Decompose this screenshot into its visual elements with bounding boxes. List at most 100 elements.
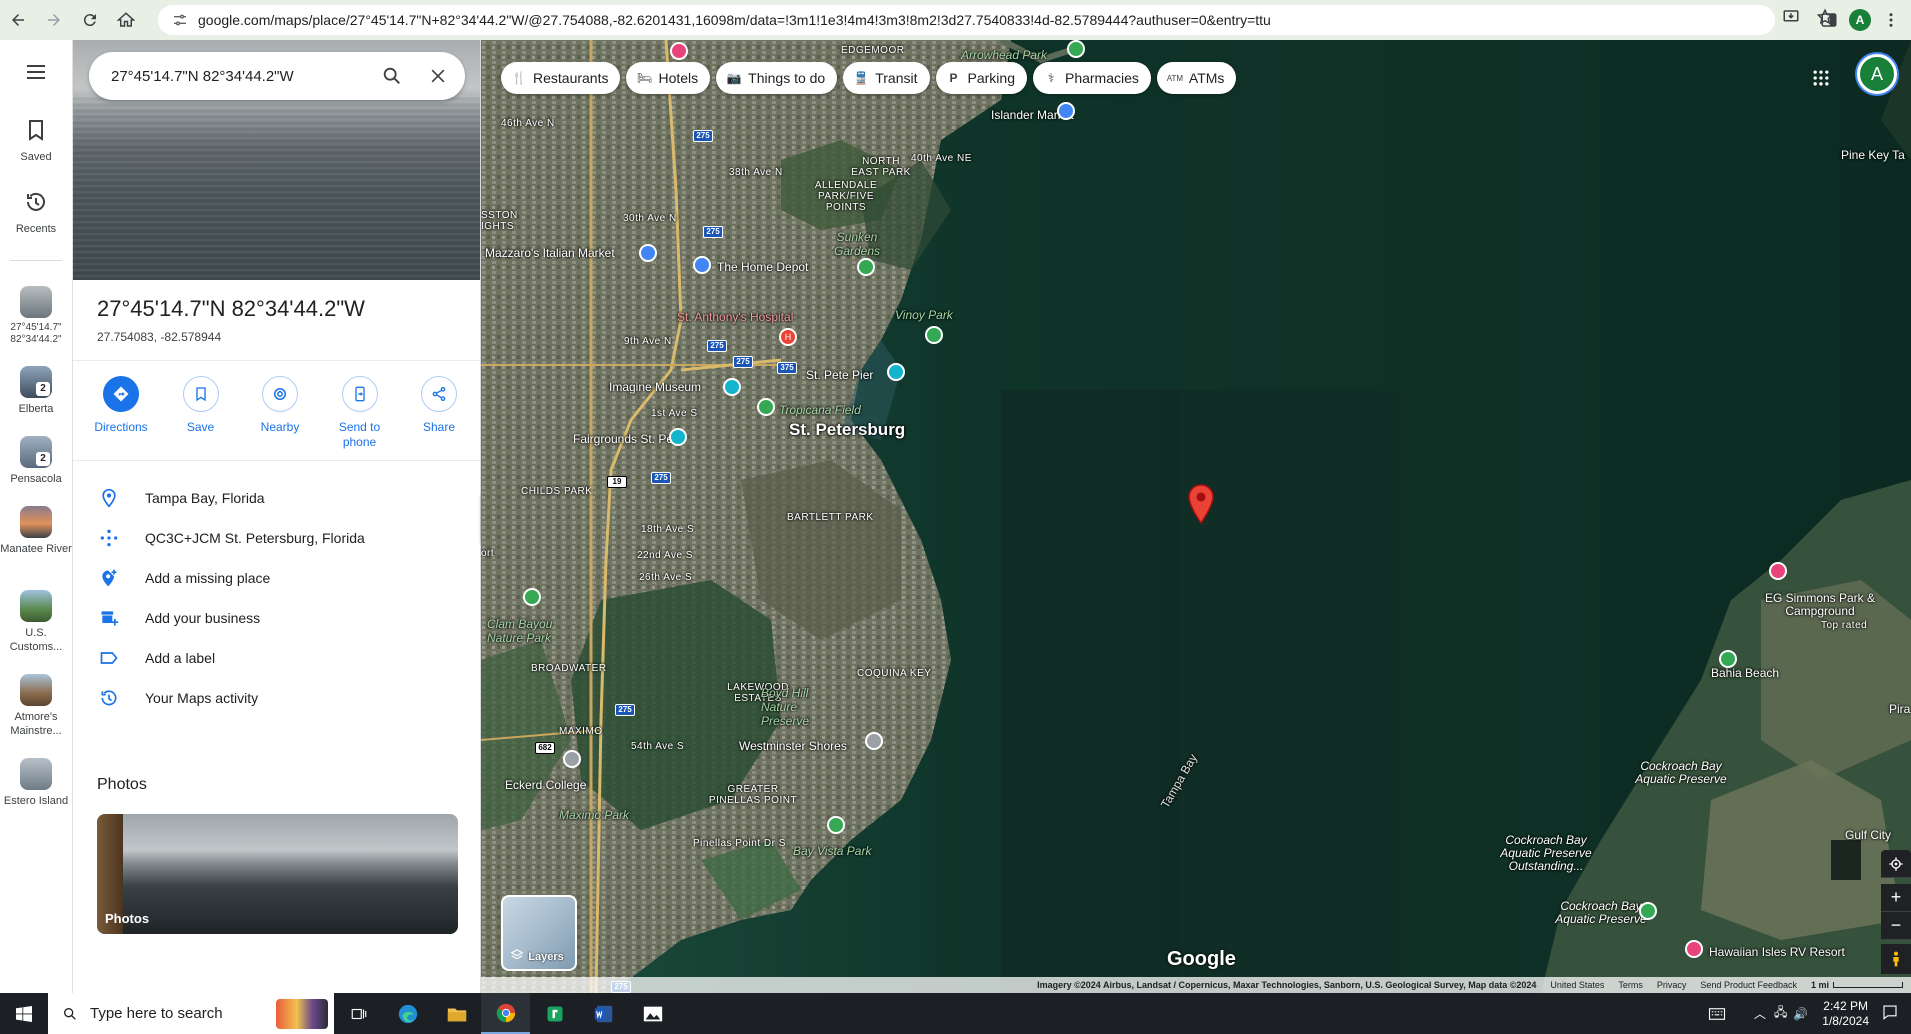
save-button[interactable]: Save xyxy=(165,376,237,450)
layers-button[interactable]: Layers xyxy=(501,895,577,971)
info-row-add-label[interactable]: Add a label xyxy=(97,646,467,670)
chip-things-to-do[interactable]: 📷 Things to do xyxy=(716,62,838,94)
task-view-button[interactable] xyxy=(334,993,383,1034)
rail-history-item[interactable]: Estero Island xyxy=(0,758,72,808)
rail-recents[interactable]: Recents xyxy=(0,190,72,236)
chip-pharmacies[interactable]: ⚕ Pharmacies xyxy=(1032,62,1151,94)
share-button[interactable]: Share xyxy=(403,376,475,450)
map-label: Tropicana Field xyxy=(779,403,861,417)
scale-bar[interactable]: 1 mi xyxy=(1811,980,1903,990)
poi-garden-marker[interactable] xyxy=(857,258,875,276)
my-location-button[interactable] xyxy=(1881,850,1911,878)
speaker-icon[interactable]: 🔊 xyxy=(1793,1007,1808,1021)
map-canvas[interactable]: 🍴 Restaurants 🛏 Hotels 📷 Things to do 🚆 Tran… xyxy=(481,40,1911,993)
browser-profile-avatar[interactable]: A xyxy=(1849,9,1871,31)
address-bar[interactable]: google.com/maps/place/27°45'14.7"N+82°34… xyxy=(158,5,1775,35)
taskbar-search[interactable]: Type here to search xyxy=(48,993,334,1034)
nearby-button[interactable]: Nearby xyxy=(244,376,316,450)
side-panel-icon[interactable] xyxy=(1817,8,1841,32)
rail-saved[interactable]: Saved xyxy=(0,118,72,164)
pharmacy-icon: ⚕ xyxy=(1047,71,1055,85)
poi-rv-resort-marker[interactable] xyxy=(1685,940,1703,958)
poi-attraction-marker[interactable] xyxy=(669,428,687,446)
forward-button[interactable] xyxy=(36,4,72,36)
rail-history-item[interactable]: Manatee River xyxy=(0,506,72,556)
photos-icon xyxy=(643,1006,662,1021)
site-settings-icon[interactable] xyxy=(172,12,188,28)
map-label: Mazzaro's Italian Market xyxy=(485,246,615,260)
taskbar-file-explorer[interactable] xyxy=(432,993,481,1034)
clear-search-button[interactable] xyxy=(415,53,461,99)
poi-park-marker[interactable] xyxy=(1639,902,1657,920)
poi-park-marker[interactable] xyxy=(1067,40,1085,58)
poi-hospital-marker[interactable]: H xyxy=(779,328,797,346)
search-box[interactable]: 27°45'14.7"N 82°34'44.2"W xyxy=(89,52,465,100)
taskbar-photos[interactable] xyxy=(628,993,677,1034)
network-icon[interactable]: 🖧 xyxy=(1774,1003,1787,1024)
poi-school-marker[interactable] xyxy=(563,750,581,768)
chevron-up-icon[interactable]: ︿ xyxy=(1754,1005,1766,1022)
info-row-add-business[interactable]: Add your business xyxy=(97,606,467,630)
home-button[interactable] xyxy=(108,4,144,36)
poi-hotel-marker[interactable] xyxy=(670,42,688,60)
attribution-link[interactable]: Terms xyxy=(1618,980,1643,990)
poi-beach-marker[interactable] xyxy=(1719,650,1737,668)
info-row-address[interactable]: Tampa Bay, Florida xyxy=(97,486,467,510)
account-avatar[interactable]: A xyxy=(1857,54,1897,94)
poi-shopping-marker[interactable] xyxy=(693,256,711,274)
rail-history-item[interactable]: U.S. Customs... xyxy=(0,590,72,654)
poi-shopping-marker[interactable] xyxy=(1057,102,1075,120)
poi-park-marker[interactable] xyxy=(827,816,845,834)
reload-button[interactable] xyxy=(72,4,108,36)
pegman-icon xyxy=(1893,951,1899,967)
chip-hotels[interactable]: 🛏 Hotels xyxy=(626,62,711,94)
attribution-link[interactable]: United States xyxy=(1550,980,1604,990)
send-to-phone-button[interactable]: Send to phone xyxy=(324,376,396,450)
dropped-pin-marker[interactable] xyxy=(1187,484,1215,524)
zoom-out-button[interactable]: − xyxy=(1881,912,1911,940)
install-app-icon[interactable] xyxy=(1779,5,1803,29)
poi-neighborhood-marker[interactable] xyxy=(865,732,883,750)
poi-stadium-marker[interactable] xyxy=(757,398,775,416)
taskbar-green-app[interactable] xyxy=(530,993,579,1034)
rail-history-item[interactable]: 2 Elberta xyxy=(0,366,72,416)
chip-parking[interactable]: P Parking xyxy=(935,62,1027,94)
notification-icon[interactable] xyxy=(1881,1003,1899,1024)
taskbar-word[interactable] xyxy=(579,993,628,1034)
keyboard-icon[interactable] xyxy=(1706,1005,1728,1023)
info-row-add-place[interactable]: Add a missing place xyxy=(97,566,467,590)
photos-card[interactable]: Photos xyxy=(97,814,458,934)
rail-history-item[interactable]: 27°45'14.7" 82°34'44.2" xyxy=(0,286,72,346)
taskbar-clock[interactable]: 2:42 PM 1/8/2024 xyxy=(1822,999,1869,1029)
chip-atms[interactable]: ATM ATMs xyxy=(1156,62,1237,94)
info-row-plus-code[interactable]: QC3C+JCM St. Petersburg, Florida xyxy=(97,526,467,550)
poi-park-marker[interactable] xyxy=(523,588,541,606)
nearby-icon xyxy=(274,388,286,400)
info-row-maps-activity[interactable]: Your Maps activity xyxy=(97,686,467,710)
poi-park-marker[interactable] xyxy=(925,326,943,344)
attribution-link[interactable]: Send Product Feedback xyxy=(1700,980,1797,990)
zoom-in-button[interactable]: + xyxy=(1881,884,1911,912)
search-button[interactable] xyxy=(369,53,415,99)
history-label: U.S. Customs... xyxy=(9,627,63,653)
chip-restaurants[interactable]: 🍴 Restaurants xyxy=(501,62,621,94)
poi-museum-marker[interactable] xyxy=(723,378,741,396)
kebab-menu-icon[interactable] xyxy=(1879,8,1903,32)
menu-button[interactable] xyxy=(0,60,72,92)
taskbar-edge[interactable] xyxy=(383,993,432,1034)
poi-attraction-marker[interactable] xyxy=(887,363,905,381)
rail-history-item[interactable]: Atmore's Mainstre... xyxy=(0,674,72,738)
chip-transit[interactable]: 🚆 Transit xyxy=(843,62,930,94)
start-button[interactable] xyxy=(0,993,48,1034)
poi-shopping-marker[interactable] xyxy=(639,244,657,262)
attribution-link[interactable]: Privacy xyxy=(1657,980,1687,990)
poi-campground-marker[interactable] xyxy=(1769,562,1787,580)
directions-button[interactable]: Directions xyxy=(85,376,157,450)
taskbar-chrome[interactable] xyxy=(481,993,530,1034)
search-input[interactable]: 27°45'14.7"N 82°34'44.2"W xyxy=(111,68,369,85)
map-label: SSTON IGHTS xyxy=(481,210,518,232)
street-view-pegman[interactable] xyxy=(1881,944,1911,974)
back-button[interactable] xyxy=(0,4,36,36)
google-apps-button[interactable] xyxy=(1801,58,1841,98)
rail-history-item[interactable]: 2 Pensacola xyxy=(0,436,72,486)
